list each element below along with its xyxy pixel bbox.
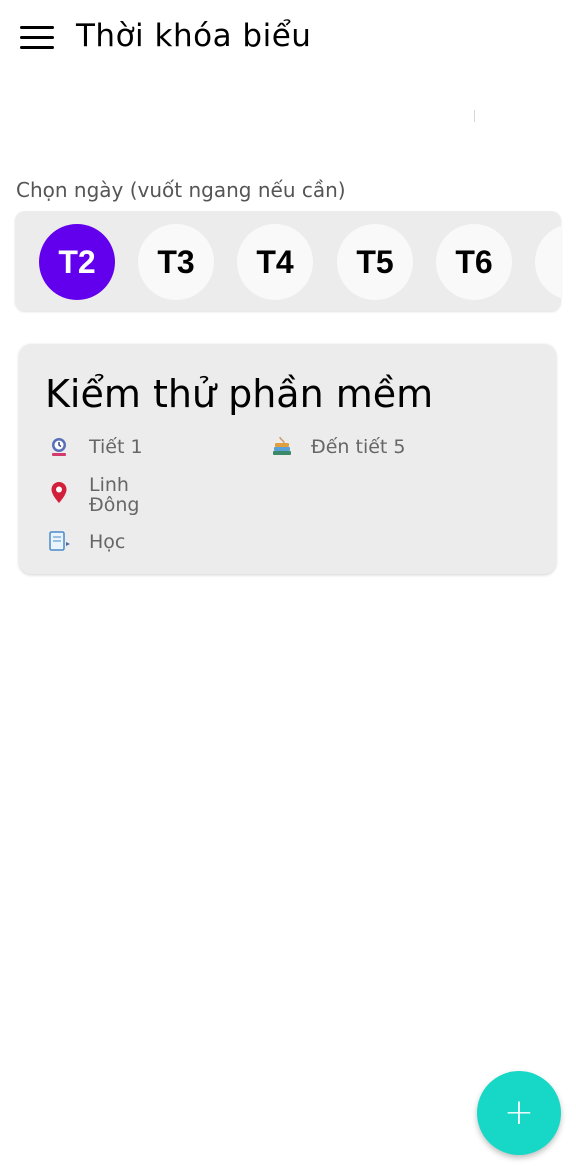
start-period: Tiết 1 [89,436,143,458]
day-tab-t3[interactable]: T3 [138,224,214,300]
schedule-screen: Thời khóa biểu Chọn ngày (vuốt ngang nếu… [0,0,576,1166]
page-title: Thời khóa biểu [76,18,312,54]
day-selector-caption: Chọn ngày (vuốt ngang nếu cần) [16,178,346,202]
class-type: Học [89,531,126,553]
day-tab-t5[interactable]: T5 [337,224,413,300]
day-tab-t4[interactable]: T4 [237,224,313,300]
end-period: Đến tiết 5 [311,436,406,458]
notebook-icon [49,531,70,551]
app-bar: Thời khóa biểu [0,0,576,78]
add-schedule-button[interactable]: + [477,1071,561,1155]
location-pin-icon [51,482,67,503]
plus-icon: + [503,1092,535,1133]
hamburger-menu-icon[interactable] [20,24,54,50]
day-tab-partial[interactable] [535,224,561,300]
subject-title: Kiểm thử phần mềm [45,372,434,416]
day-tab-t2[interactable]: T2 [39,224,115,300]
divider [474,110,475,122]
books-icon [273,436,291,455]
clock-badge-icon [52,438,66,456]
day-selector-strip[interactable]: T2 T3 T4 T5 T6 [15,211,561,311]
day-tab-t6[interactable]: T6 [436,224,512,300]
location: Linh Đông [89,474,140,516]
schedule-card[interactable]: Kiểm thử phần mềm Tiết 1 Đến tiết 5 Linh… [19,344,556,574]
